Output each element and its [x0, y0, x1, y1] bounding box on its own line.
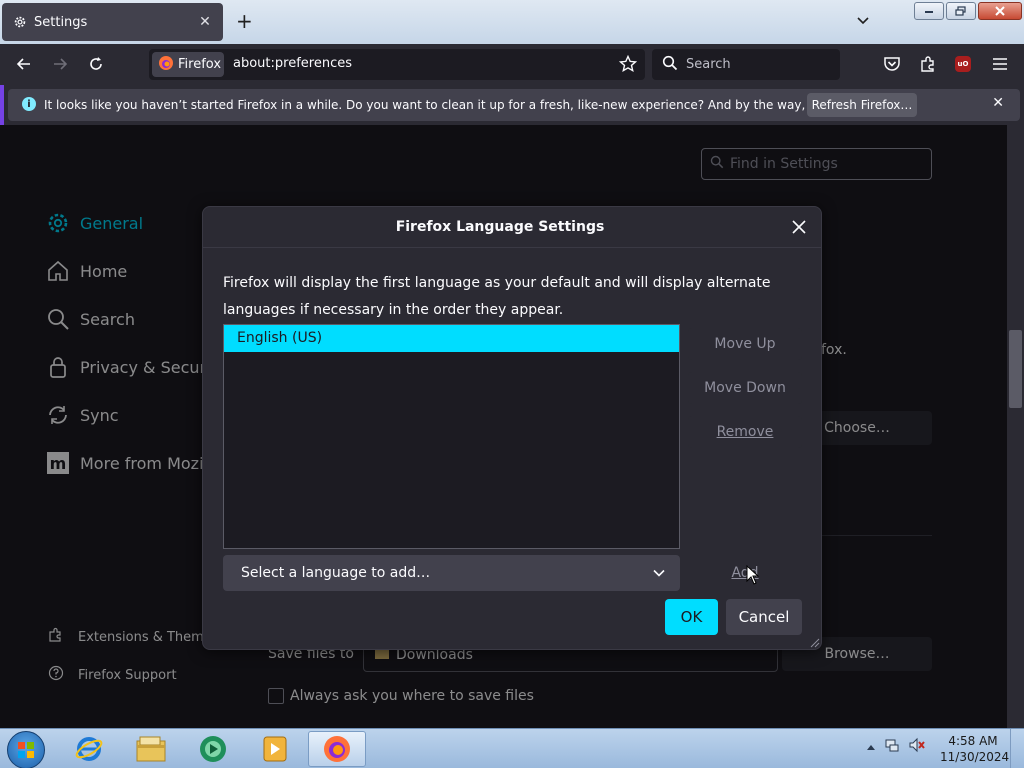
media-center-icon[interactable] — [184, 731, 242, 767]
tab-strip: Settings ✕ + — [0, 0, 1024, 44]
file-explorer-icon[interactable] — [122, 731, 180, 767]
show-desktop-button[interactable] — [1010, 729, 1024, 768]
tab-title: Settings — [34, 14, 88, 30]
page-scrollbar[interactable] — [1007, 125, 1024, 728]
resize-grip-icon[interactable] — [808, 636, 820, 648]
system-tray — [866, 737, 926, 757]
ok-button[interactable]: OK — [665, 599, 718, 635]
navigation-toolbar: Firefox about:preferences Search — [0, 44, 1024, 85]
close-notification-icon[interactable]: ✕ — [992, 95, 1004, 111]
list-item[interactable]: English (US) — [224, 325, 679, 352]
mouse-cursor-icon — [746, 564, 760, 589]
tab-settings[interactable]: Settings ✕ — [2, 3, 223, 41]
window-controls — [914, 2, 1022, 20]
tray-chevron-icon[interactable] — [866, 740, 876, 755]
language-settings-dialog: Firefox Language Settings Firefox will d… — [202, 206, 822, 650]
gear-icon — [12, 14, 28, 30]
media-player-icon[interactable] — [246, 731, 304, 767]
network-icon[interactable] — [884, 737, 900, 757]
select-placeholder: Select a language to add… — [241, 565, 431, 581]
identity-box[interactable]: Firefox — [152, 52, 224, 77]
back-icon[interactable] — [14, 54, 34, 74]
move-down-label: Move Down — [704, 380, 786, 396]
move-up-label: Move Up — [714, 336, 776, 352]
move-down-button[interactable]: Move Down — [688, 372, 802, 404]
list-all-tabs-icon[interactable] — [855, 12, 873, 30]
dialog-description: Firefox will display the first language … — [223, 275, 771, 318]
notification-content: i It looks like you haven’t started Fire… — [8, 89, 1020, 121]
restore-button[interactable] — [946, 2, 976, 20]
internet-explorer-icon[interactable] — [60, 731, 118, 767]
clock-date: 11/30/2024 — [940, 750, 1010, 764]
dialog-header: Firefox Language Settings — [203, 207, 821, 248]
firefox-icon — [158, 55, 174, 75]
dialog-title: Firefox Language Settings — [395, 219, 605, 235]
url-text[interactable]: about:preferences — [233, 56, 352, 71]
close-window-button[interactable] — [978, 2, 1022, 20]
close-dialog-icon[interactable] — [789, 217, 809, 237]
pocket-icon[interactable] — [882, 54, 902, 74]
search-bar[interactable]: Search — [652, 49, 840, 80]
scrollbar-thumb[interactable] — [1009, 330, 1022, 408]
extensions-icon[interactable] — [918, 54, 938, 74]
search-icon — [662, 55, 678, 75]
start-button[interactable] — [7, 731, 45, 768]
notification-text: It looks like you haven’t started Firefo… — [44, 98, 900, 112]
new-tab-button[interactable]: + — [236, 11, 253, 31]
add-language-select[interactable]: Select a language to add… — [223, 555, 680, 591]
volume-muted-icon[interactable] — [908, 737, 926, 757]
taskbar-clock[interactable]: 4:58 AM 11/30/2024 — [940, 733, 1010, 765]
firefox-icon[interactable] — [308, 731, 366, 767]
identity-label: Firefox — [178, 57, 222, 72]
move-up-button[interactable]: Move Up — [688, 328, 802, 360]
language-list[interactable]: English (US) — [223, 324, 680, 549]
info-icon: i — [22, 97, 36, 111]
cancel-button[interactable]: Cancel — [726, 599, 802, 635]
forward-icon[interactable] — [50, 54, 70, 74]
remove-button[interactable]: Remove — [688, 416, 802, 448]
windows-taskbar: 4:58 AM 11/30/2024 — [0, 728, 1024, 768]
clock-time: 4:58 AM — [948, 734, 998, 748]
refresh-firefox-button[interactable]: Refresh Firefox… — [807, 93, 917, 117]
ublock-origin-icon[interactable]: uO — [955, 56, 971, 72]
notification-bar: i It looks like you haven’t started Fire… — [0, 85, 1024, 125]
reload-icon[interactable] — [86, 54, 106, 74]
chevron-down-icon — [652, 566, 666, 584]
url-bar[interactable]: Firefox about:preferences — [149, 49, 645, 80]
bookmark-star-icon[interactable] — [618, 54, 638, 77]
menu-icon[interactable] — [990, 54, 1010, 74]
minimize-button[interactable] — [914, 2, 944, 20]
remove-label: Remove — [716, 424, 774, 440]
close-tab-icon[interactable]: ✕ — [197, 14, 213, 30]
add-button[interactable]: Add — [688, 557, 802, 589]
search-placeholder: Search — [686, 57, 731, 72]
